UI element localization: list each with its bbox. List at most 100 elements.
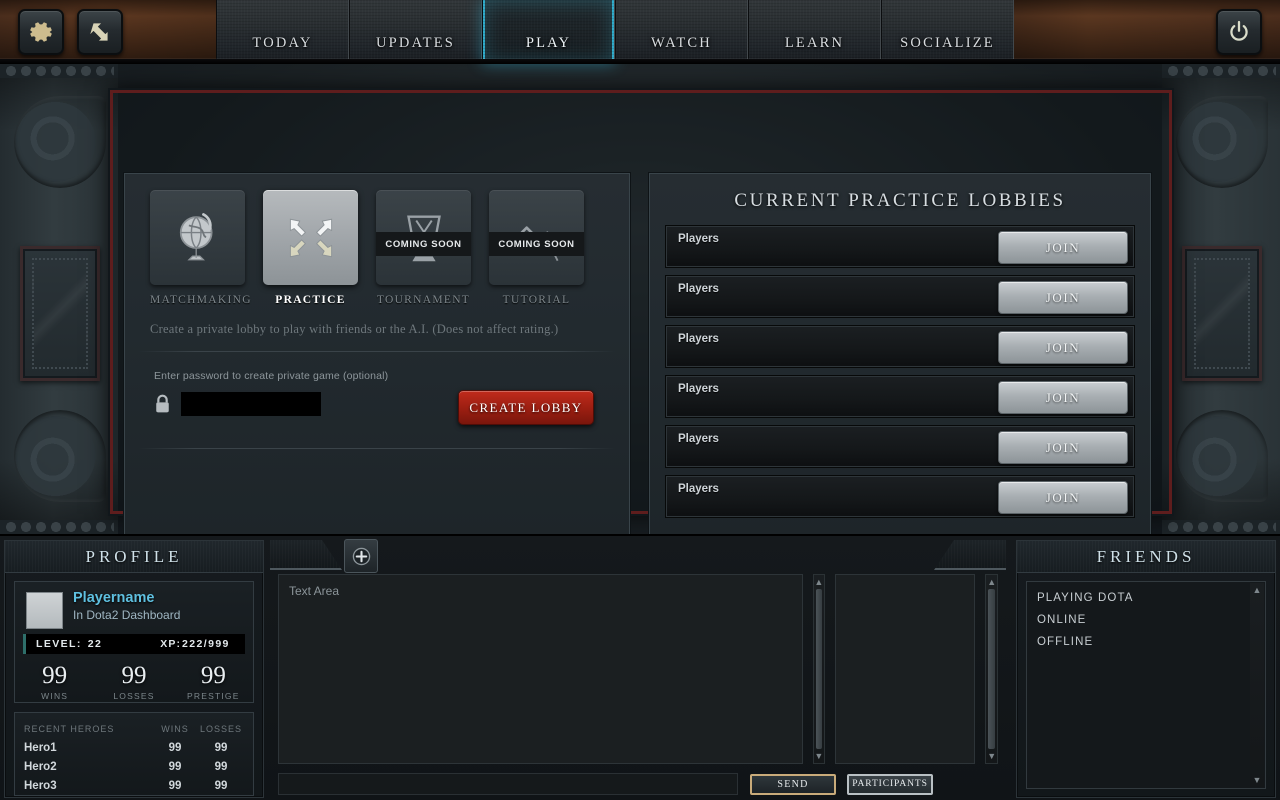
profile-card: Playername In Dota2 Dashboard LEVEL: 22 … <box>14 581 254 703</box>
join-button[interactable]: JOIN <box>998 231 1128 264</box>
participants-scrollbar[interactable]: ▲ ▼ <box>985 574 998 764</box>
mode-tile: COMING SOON <box>376 190 471 285</box>
friends-title: FRIENDS <box>1096 546 1196 566</box>
tab-watch[interactable]: WATCH <box>615 0 748 64</box>
scroll-ornament-bottom <box>1176 410 1268 502</box>
scrollbar-thumb[interactable] <box>988 589 995 749</box>
friends-scrollbar[interactable]: ▲ ▼ <box>1250 583 1264 787</box>
password-label: Enter password to create private game (o… <box>154 370 389 382</box>
participants-button[interactable]: PARTICIPANTS <box>847 773 933 795</box>
play-stage: MATCHMAKING PRACTICE COMING SOON TOURNAM… <box>0 64 1280 534</box>
join-button[interactable]: JOIN <box>998 281 1128 314</box>
scrollbar-thumb[interactable] <box>815 589 823 749</box>
table-row[interactable]: Hero3 99 99 <box>24 776 244 795</box>
join-button[interactable]: JOIN <box>998 431 1128 464</box>
main-nav-tabs: TODAY UPDATES PLAY WATCH LEARN SOCIALIZE <box>216 0 1014 64</box>
panel-divider-bottom <box>138 448 616 449</box>
plus-icon <box>352 547 370 565</box>
arrows-inward-icon <box>289 218 332 257</box>
join-button[interactable]: JOIN <box>998 331 1128 364</box>
chat-placeholder-text: Text Area <box>289 584 340 598</box>
bead-trim-top <box>4 64 114 78</box>
mode-practice[interactable]: PRACTICE <box>263 190 358 306</box>
friends-group-playing-dota[interactable]: PLAYING DOTA <box>1037 592 1265 604</box>
lobby-row[interactable]: Players JOIN <box>665 325 1135 368</box>
top-navigation-bar: TODAY UPDATES PLAY WATCH LEARN SOCIALIZE <box>0 0 1280 64</box>
lobby-players-label: Players <box>678 483 719 495</box>
lobby-players-label: Players <box>678 283 719 295</box>
stat-wins: 99 WINS <box>15 662 94 701</box>
hero-losses: 99 <box>214 741 228 754</box>
scroll-ornament-top <box>1176 96 1268 188</box>
stat-prestige: 99 PRESTIGE <box>174 662 253 701</box>
scroll-down-icon[interactable]: ▼ <box>986 749 997 763</box>
friends-header: FRIENDS <box>1017 541 1275 573</box>
mode-label: PRACTICE <box>275 294 346 306</box>
lobby-row[interactable]: Players JOIN <box>665 425 1135 468</box>
profile-header: PROFILE <box>5 541 263 573</box>
tab-socialize[interactable]: SOCIALIZE <box>881 0 1014 64</box>
friends-group-online[interactable]: ONLINE <box>1037 614 1265 626</box>
hero-name: Hero1 <box>24 741 57 754</box>
table-row[interactable]: Hero1 99 99 <box>24 738 244 757</box>
tab-today[interactable]: TODAY <box>216 0 349 64</box>
chat-participants-area[interactable] <box>835 574 976 764</box>
avatar[interactable] <box>26 592 63 629</box>
hero-wins: 99 <box>168 779 182 792</box>
profile-title: PROFILE <box>85 546 183 566</box>
scroll-up-icon[interactable]: ▲ <box>814 575 825 589</box>
lock-icon <box>156 394 169 413</box>
hero-losses: 99 <box>214 779 228 792</box>
bead-trim-top <box>1166 64 1276 78</box>
bead-trim-bottom <box>1166 520 1276 534</box>
xp-value: 222/999 <box>182 638 230 650</box>
lobby-row[interactable]: Players JOIN <box>665 475 1135 518</box>
scroll-down-icon[interactable]: ▼ <box>1250 775 1264 785</box>
scroll-down-icon[interactable]: ▼ <box>814 749 825 763</box>
chat-tab-bar <box>270 540 1006 570</box>
tab-learn[interactable]: LEARN <box>748 0 881 64</box>
mode-label: TOURNAMENT <box>376 294 471 306</box>
xp-label: XP: <box>160 638 182 650</box>
create-lobby-button[interactable]: CREATE LOBBY <box>458 390 594 425</box>
chat-input[interactable] <box>278 773 738 795</box>
hero-wins: 99 <box>168 741 182 754</box>
hero-name: Hero2 <box>24 760 57 773</box>
back-arrow-icon <box>90 23 108 41</box>
lobby-players-label: Players <box>678 333 719 345</box>
chat-scrollbar[interactable]: ▲ ▼ <box>812 574 826 764</box>
table-row[interactable]: Hero2 99 99 <box>24 757 244 776</box>
stat-value: 99 <box>200 662 226 689</box>
chat-body: Text Area ▲ ▼ ▲ ▼ <box>278 574 998 764</box>
mode-tile <box>263 190 358 285</box>
bottom-bar: PROFILE Playername In Dota2 Dashboard LE… <box>0 534 1280 800</box>
mode-matchmaking[interactable]: MATCHMAKING <box>150 190 251 306</box>
send-button[interactable]: SEND <box>750 773 836 795</box>
mode-tutorial[interactable]: COMING SOON TUTORIAL <box>489 190 584 306</box>
mode-label: TUTORIAL <box>502 294 571 306</box>
lobby-row[interactable]: Players JOIN <box>665 275 1135 318</box>
add-chat-tab-button[interactable] <box>344 539 378 573</box>
tab-play[interactable]: PLAY <box>482 0 615 64</box>
power-button[interactable] <box>1216 9 1262 55</box>
tab-updates[interactable]: UPDATES <box>349 0 482 64</box>
power-icon <box>1230 20 1248 41</box>
mode-tile <box>150 190 245 285</box>
mode-tournament[interactable]: COMING SOON TOURNAMENT <box>376 190 471 306</box>
join-button[interactable]: JOIN <box>998 481 1128 514</box>
lobby-row[interactable]: Players JOIN <box>665 375 1135 418</box>
scroll-up-icon[interactable]: ▲ <box>1250 585 1264 595</box>
settings-button[interactable] <box>18 9 64 55</box>
stat-caption: PRESTIGE <box>187 691 240 701</box>
scroll-ornament-bottom <box>14 410 106 502</box>
player-name: Playername <box>73 590 155 606</box>
lobby-row[interactable]: Players JOIN <box>665 225 1135 268</box>
back-button[interactable] <box>77 9 123 55</box>
friends-group-offline[interactable]: OFFLINE <box>1037 636 1265 648</box>
password-input[interactable] <box>181 392 321 416</box>
stat-caption: LOSSES <box>113 691 155 701</box>
chat-messages-area[interactable]: Text Area <box>278 574 803 764</box>
hero-wins: 99 <box>168 760 182 773</box>
scroll-up-icon[interactable]: ▲ <box>986 575 997 589</box>
join-button[interactable]: JOIN <box>998 381 1128 414</box>
